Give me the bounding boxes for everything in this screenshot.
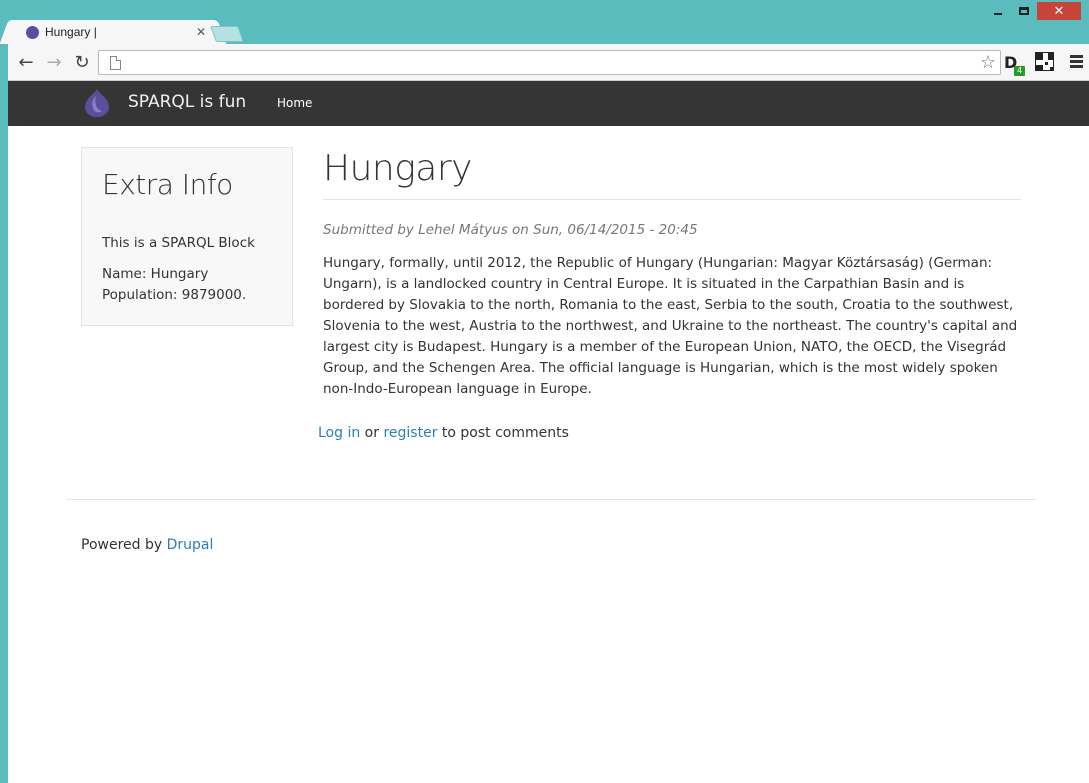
close-icon: ✕: [1053, 3, 1065, 19]
drupal-link[interactable]: Drupal: [167, 537, 214, 553]
qr-code-icon[interactable]: [1035, 52, 1054, 71]
body-line: largest city is Budapest. Hungary is a m…: [323, 339, 1007, 355]
submitted-meta: Submitted by Lehel Mátyus on Sun, 06/14/…: [323, 222, 698, 238]
body-line: Slovenia to the west, Austria to the nor…: [323, 318, 1018, 334]
extension-badge: 4: [1014, 66, 1025, 76]
site-navbar: SPARQL is fun Home: [8, 81, 1089, 126]
block-title: Extra Info: [102, 168, 233, 201]
title-divider: [323, 199, 1021, 200]
back-button[interactable]: ←: [16, 51, 36, 73]
name-line: Name: Hungary: [102, 266, 209, 282]
browser-window: ✕ Hungary | ✕ ← → ↻ ☆ D 4 SPARQL is fun: [0, 0, 1089, 783]
browser-toolbar: ← → ↻ ☆ D 4: [8, 44, 1089, 81]
footer-divider: [66, 499, 1036, 500]
block-text: This is a SPARQL Block: [102, 235, 255, 251]
login-link[interactable]: Log in: [318, 425, 360, 441]
comment-links: Log in or register to post comments: [318, 425, 569, 441]
minimize-icon: [994, 13, 1002, 15]
extra-info-block: Extra Info This is a SPARQL Block Name: …: [81, 147, 293, 326]
body-line: Hungary, formally, until 2012, the Repub…: [323, 255, 993, 271]
tab-close-icon[interactable]: ✕: [196, 25, 206, 39]
comments-suffix: to post comments: [437, 425, 569, 441]
address-bar[interactable]: ☆: [98, 50, 1001, 75]
drop-logo-icon: [26, 25, 39, 39]
body-line: Group, and the Schengen Area. The offici…: [323, 360, 998, 376]
body-line: bordered by Slovakia to the north, Roman…: [323, 297, 1014, 313]
maximize-icon: [1019, 7, 1029, 15]
menu-icon[interactable]: [1070, 55, 1083, 68]
article-body: Hungary, formally, until 2012, the Repub…: [323, 253, 1021, 400]
page-title: Hungary: [323, 148, 472, 189]
forward-button[interactable]: →: [44, 51, 64, 73]
page-viewport: SPARQL is fun Home Extra Info This is a …: [8, 81, 1089, 783]
tab-hungary[interactable]: Hungary | ✕: [12, 20, 214, 44]
population-line: Population: 9879000.: [102, 287, 247, 303]
forward-arrow-icon: →: [46, 51, 62, 73]
new-tab-button[interactable]: [210, 26, 244, 42]
drupal-drop-logo-icon[interactable]: [83, 88, 111, 118]
site-footer: Powered by Drupal: [81, 537, 213, 553]
powered-by-text: Powered by: [81, 537, 167, 553]
reload-icon: ↻: [74, 51, 90, 73]
page-icon: [110, 56, 121, 70]
main-content: Hungary Submitted by Lehel Mátyus on Sun…: [323, 147, 1021, 400]
back-arrow-icon: ←: [18, 51, 34, 73]
bookmark-star-icon[interactable]: ☆: [980, 52, 996, 73]
nav-home-link[interactable]: Home: [277, 96, 312, 110]
site-name[interactable]: SPARQL is fun: [128, 92, 246, 112]
or-text: or: [360, 425, 384, 441]
reload-button[interactable]: ↻: [72, 51, 92, 73]
tab-strip: Hungary | ✕: [8, 18, 1081, 44]
register-link[interactable]: register: [383, 425, 437, 441]
body-line: Ungarn), is a landlocked country in Cent…: [323, 276, 965, 292]
body-line: non-Indo-European language in Europe.: [323, 381, 592, 397]
tab-title: Hungary |: [45, 25, 97, 39]
